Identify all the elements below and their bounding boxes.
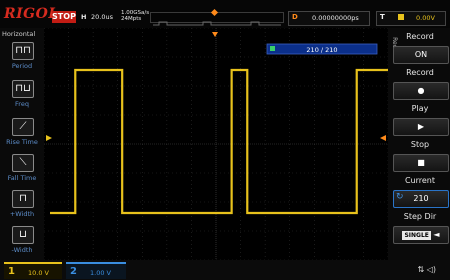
current-frame-label: Current <box>404 176 436 185</box>
sidebar-item-label: Fall Time <box>7 174 37 182</box>
step-direction-arrow-icon: ◄ <box>433 230 440 239</box>
channel-1-ground-marker[interactable] <box>46 135 52 141</box>
sidebar-title: Horizontal <box>2 30 36 38</box>
sidebar-item-label: -Width <box>11 246 33 254</box>
brand-logo: RIGOL <box>4 6 59 22</box>
negative-width-icon: ⊔ <box>12 226 34 244</box>
trigger-source-icon <box>398 14 404 20</box>
stop-label: Stop <box>410 140 430 149</box>
play-label: Play <box>411 104 429 113</box>
channel-2-scale: 1.00 V <box>90 269 111 277</box>
top-status-bar: RIGOL STOP H 20.0us 1.00GSa/s 24Mpts D 0… <box>0 0 450 28</box>
record-toggle-button[interactable]: ON <box>393 46 449 64</box>
channel-1-scale: 10.0 V <box>28 269 49 277</box>
trigger-level-value: 0.00V <box>416 14 435 22</box>
usb-and-sound-icons[interactable]: ⇅ ◁) <box>417 265 436 274</box>
current-frame-value: 210 <box>413 194 429 203</box>
stop-icon: ■ <box>417 158 425 167</box>
trigger-readout[interactable] <box>376 11 446 26</box>
channel-1-trace <box>50 68 388 215</box>
sidebar-item-label: Rise Time <box>6 138 38 146</box>
sidebar-item-label: +Width <box>9 210 35 218</box>
sidebar-item-label: Period <box>11 62 33 70</box>
play-button[interactable]: ▶ <box>393 118 449 136</box>
step-direction-value: SINGLE <box>402 231 431 240</box>
record-menu: Record Record ON Record ● Play ▶ Stop ■ … <box>388 28 450 260</box>
trigger-label: T <box>380 13 385 21</box>
sidebar-item-fall-time[interactable]: ⟍ Fall Time <box>0 152 44 186</box>
timebase-label: H <box>81 13 87 21</box>
fall-time-icon: ⟍ <box>12 154 34 172</box>
positive-width-icon: ⊓ <box>12 190 34 208</box>
play-icon: ▶ <box>417 122 425 131</box>
delay-label: D <box>292 13 298 21</box>
sidebar-item-label: Freq <box>15 100 29 108</box>
record-toggle-value: ON <box>414 50 428 59</box>
sidebar-item-period[interactable]: ⊓⊓ Period <box>0 40 44 74</box>
channel-1-waveform-line <box>50 68 388 215</box>
record-status-icon <box>270 46 275 51</box>
record-button[interactable]: ● <box>393 82 449 100</box>
waveform-canvas: 210 / 210 <box>43 27 389 261</box>
stop-button[interactable]: ■ <box>393 154 449 172</box>
sample-rate-readout: 1.00GSa/s 24Mpts <box>121 10 149 22</box>
knob-icon: ↻ <box>396 192 404 202</box>
record-dot-icon: ● <box>417 86 425 95</box>
trigger-time-marker[interactable] <box>212 32 218 37</box>
step-direction-label: Step Dir <box>403 212 437 221</box>
measurement-sidebar: Horizontal ⊓⊓ Period ⊓⊔ Freq ⟋ Rise Time… <box>0 28 44 260</box>
sidebar-item-positive-width[interactable]: ⊓ +Width <box>0 188 44 222</box>
channel-1-tab[interactable]: 1 10.0 V <box>4 262 62 279</box>
frequency-icon: ⊓⊔ <box>12 80 34 98</box>
sidebar-item-rise-time[interactable]: ⟋ Rise Time <box>0 116 44 150</box>
frame-counter-text: 210 / 210 <box>306 46 337 54</box>
period-icon: ⊓⊓ <box>12 42 34 60</box>
current-frame-input[interactable]: ↻ 210 <box>393 190 449 208</box>
graticule <box>43 27 389 261</box>
record-label: Record <box>406 32 434 41</box>
timebase-value[interactable]: 20.0us <box>91 13 113 21</box>
delay-value: 0.00000000ps <box>312 14 359 22</box>
channel-status-bar: 1 10.0 V 2 1.00 V ⇅ ◁) <box>0 260 450 280</box>
record-action-label: Record <box>406 68 434 77</box>
step-direction-button[interactable]: SINGLE ◄ <box>393 226 449 244</box>
sidebar-item-negative-width[interactable]: ⊔ -Width <box>0 224 44 258</box>
memory-depth-value: 24Mpts <box>121 16 142 22</box>
sidebar-item-freq[interactable]: ⊓⊔ Freq <box>0 78 44 112</box>
memory-overview-waveform <box>153 21 281 26</box>
channel-1-number: 1 <box>8 266 15 277</box>
rise-time-icon: ⟋ <box>12 118 34 136</box>
memory-overview-strip <box>150 12 284 26</box>
trigger-level-marker[interactable] <box>380 135 386 141</box>
run-stop-status-badge[interactable]: STOP <box>52 11 76 23</box>
channel-2-tab[interactable]: 2 1.00 V <box>66 262 126 279</box>
waveform-display[interactable]: 210 / 210 <box>43 27 389 261</box>
channel-2-number: 2 <box>70 266 77 277</box>
